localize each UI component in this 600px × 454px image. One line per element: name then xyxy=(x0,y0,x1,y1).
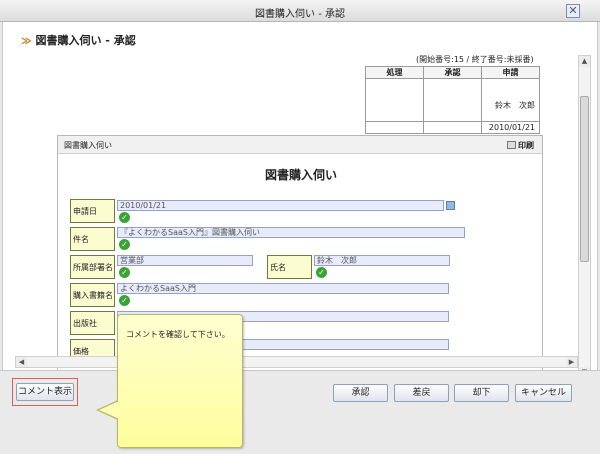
window-titlebar: 図書購入伺い - 承認 ✕ xyxy=(0,0,600,22)
approval-stamp-table: 処理 承認 申請 鈴木 次郎 2010/01/21 xyxy=(365,66,540,134)
check-icon: ✓ xyxy=(119,267,130,278)
approval-header-approve: 承認 xyxy=(423,66,482,79)
panel-title: 図書購入伺い xyxy=(64,141,112,150)
vertical-scrollbar[interactable]: ▲ ▼ xyxy=(578,55,591,370)
scroll-left-icon[interactable]: ◀ xyxy=(16,357,27,367)
main-content: ≫ 図書購入伺い - 承認 (開始番号:15 / 終了番号:未採番) 処理 承認 … xyxy=(2,22,598,370)
button-bar xyxy=(0,370,600,454)
check-icon: ✓ xyxy=(316,267,327,278)
reject-button[interactable]: 却下 xyxy=(454,384,509,402)
double-chevron-icon: ≫ xyxy=(21,36,32,47)
show-comment-button[interactable]: コメント表示 xyxy=(16,383,74,401)
approval-date-approve xyxy=(423,121,482,134)
check-icon: ✓ xyxy=(119,239,130,250)
window-title: 図書購入伺い - 承認 xyxy=(255,9,345,20)
approve-button[interactable]: 承認 xyxy=(333,384,388,402)
horizontal-scrollbar[interactable]: ◀ ▶ xyxy=(15,356,578,368)
label-publisher: 出版社 xyxy=(70,311,115,335)
department-field[interactable]: 営業部 xyxy=(117,255,253,266)
print-label: 印刷 xyxy=(518,141,534,150)
check-icon: ✓ xyxy=(119,212,130,223)
form-title: 図書購入伺い xyxy=(264,168,337,182)
printer-icon xyxy=(507,141,516,149)
label-book: 購入書籍名 xyxy=(70,283,115,307)
print-button[interactable]: 印刷 xyxy=(507,140,534,151)
approval-date-process xyxy=(365,121,424,134)
scroll-up-icon[interactable]: ▲ xyxy=(579,56,590,67)
calendar-icon[interactable] xyxy=(446,201,455,210)
apply-date-field[interactable]: 2010/01/21 xyxy=(117,200,444,211)
approval-cell-approve xyxy=(423,78,482,122)
page-title: ≫ 図書購入伺い - 承認 xyxy=(21,32,136,48)
comment-note-text: コメントを確認して下さい。 xyxy=(126,330,230,339)
scroll-thumb[interactable] xyxy=(580,96,589,262)
label-subject: 件名 xyxy=(70,227,115,251)
approval-cell-process xyxy=(365,78,424,122)
return-button[interactable]: 差戻 xyxy=(394,384,449,402)
label-department: 所属部署名 xyxy=(70,255,115,279)
approval-date-apply: 2010/01/21 xyxy=(481,121,540,134)
close-icon[interactable]: ✕ xyxy=(566,4,580,18)
name-field[interactable]: 鈴木 次郎 xyxy=(314,255,450,266)
comment-note: コメントを確認して下さい。 xyxy=(117,314,243,448)
subject-field[interactable]: 『よくわかるSaaS入門』図書購入伺い xyxy=(117,227,465,238)
label-name: 氏名 xyxy=(267,255,312,279)
number-info: (開始番号:15 / 終了番号:未採番) xyxy=(416,55,534,64)
note-pointer-fill xyxy=(99,401,119,419)
label-apply-date: 申請日 xyxy=(70,199,115,223)
cancel-button[interactable]: キャンセル xyxy=(515,384,572,402)
scroll-right-icon[interactable]: ▶ xyxy=(566,357,577,367)
approval-header-apply: 申請 xyxy=(481,66,540,79)
page-title-text: 図書購入伺い - 承認 xyxy=(35,34,136,47)
panel-header: 図書購入伺い 印刷 xyxy=(58,136,542,154)
approval-header-process: 処理 xyxy=(365,66,424,79)
book-title-field[interactable]: よくわかるSaaS入門 xyxy=(117,283,449,294)
check-icon: ✓ xyxy=(119,295,130,306)
approval-cell-applicant: 鈴木 次郎 xyxy=(481,78,540,122)
